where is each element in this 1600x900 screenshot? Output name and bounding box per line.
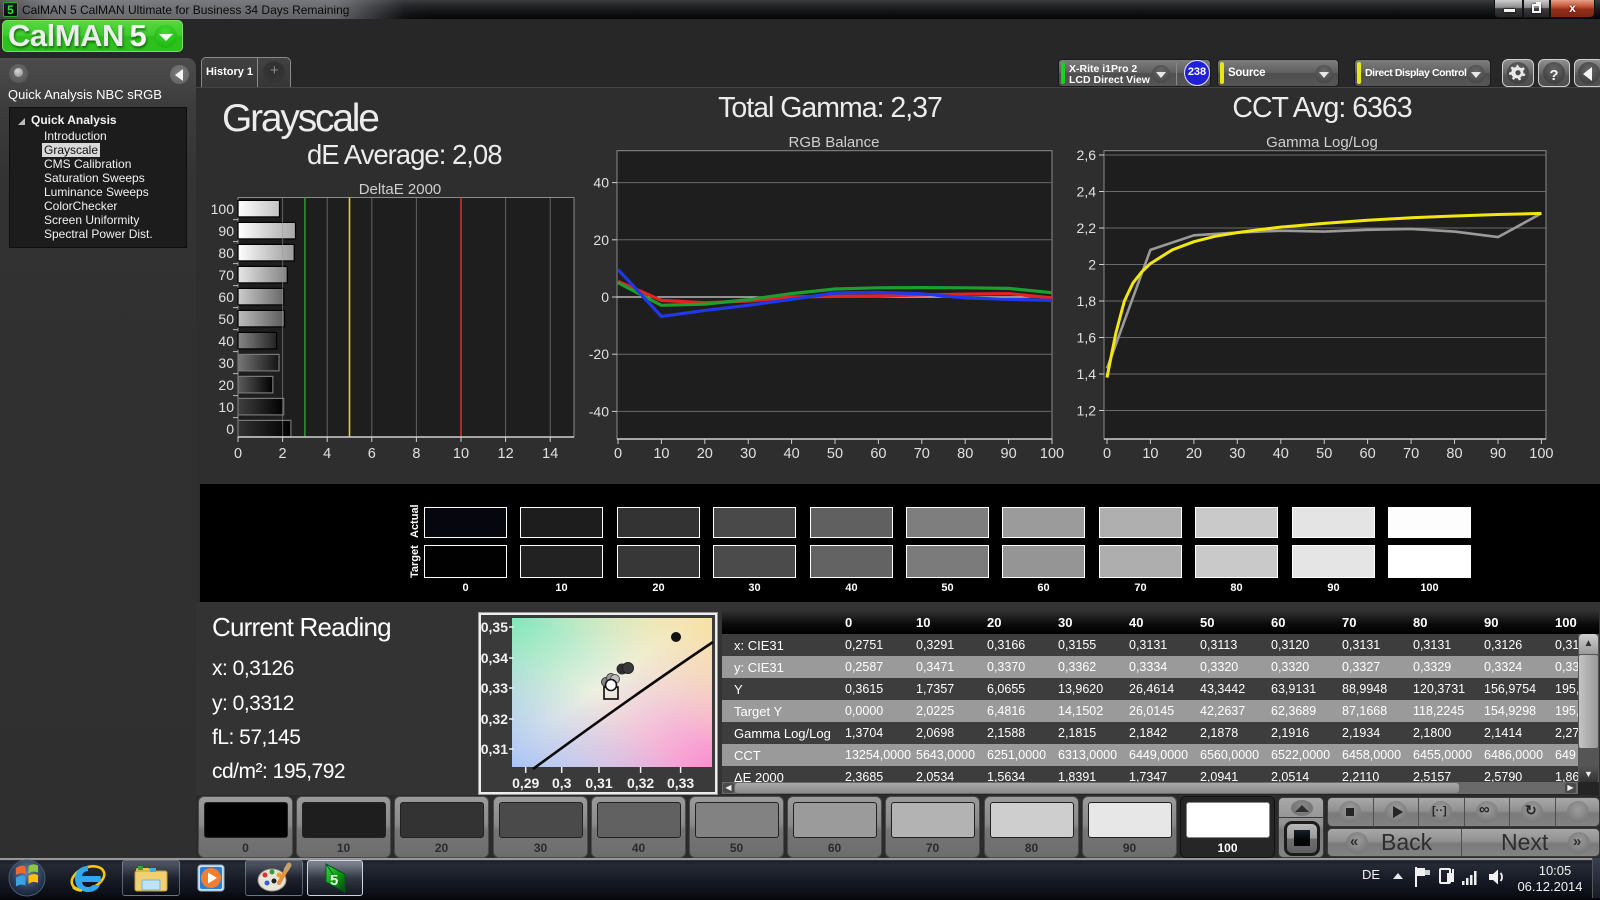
svg-text:0,31: 0,31 <box>585 775 612 791</box>
svg-text:80: 80 <box>218 245 234 261</box>
svg-text:dE Average: 2,08: dE Average: 2,08 <box>307 139 502 170</box>
svg-text:30: 30 <box>1229 446 1245 462</box>
svg-text:70: 70 <box>914 446 930 462</box>
svg-text:30: 30 <box>218 355 234 371</box>
svg-text:0: 0 <box>614 446 622 462</box>
svg-text:20: 20 <box>697 446 713 462</box>
svg-text:5: 5 <box>330 872 338 889</box>
svg-text:50: 50 <box>218 311 234 327</box>
svg-text:0,34: 0,34 <box>481 650 508 666</box>
svg-text:100: 100 <box>211 201 235 217</box>
svg-text:14: 14 <box>542 446 558 462</box>
svg-text:90: 90 <box>1490 446 1506 462</box>
svg-text:20: 20 <box>593 232 609 248</box>
svg-text:2,4: 2,4 <box>1077 184 1097 200</box>
svg-text:2,2: 2,2 <box>1077 220 1097 236</box>
svg-text:10: 10 <box>653 446 669 462</box>
svg-text:0: 0 <box>226 421 234 437</box>
svg-text:90: 90 <box>218 223 234 239</box>
svg-text:50: 50 <box>827 446 843 462</box>
svg-text:Gamma Log/Log: Gamma Log/Log <box>1266 134 1378 151</box>
svg-text:70: 70 <box>218 267 234 283</box>
svg-text:20: 20 <box>1186 446 1202 462</box>
svg-text:80: 80 <box>957 446 973 462</box>
svg-text:0,3: 0,3 <box>552 775 572 791</box>
svg-text:70: 70 <box>1403 446 1419 462</box>
svg-text:30: 30 <box>740 446 756 462</box>
svg-text:12: 12 <box>498 446 514 462</box>
svg-text:8: 8 <box>412 446 420 462</box>
svg-text:0,29: 0,29 <box>512 775 539 791</box>
svg-text:0: 0 <box>601 289 609 305</box>
svg-text:1,8: 1,8 <box>1077 293 1097 309</box>
svg-text:100: 100 <box>1529 446 1553 462</box>
svg-text:20: 20 <box>218 377 234 393</box>
svg-text:0,32: 0,32 <box>481 711 508 727</box>
svg-text:1,4: 1,4 <box>1077 366 1097 382</box>
svg-text:0,33: 0,33 <box>667 775 694 791</box>
svg-text:2: 2 <box>279 446 287 462</box>
svg-text:40: 40 <box>1273 446 1289 462</box>
svg-text:60: 60 <box>218 289 234 305</box>
svg-text:0,33: 0,33 <box>481 680 508 696</box>
svg-text:10: 10 <box>453 446 469 462</box>
svg-text:4: 4 <box>323 446 331 462</box>
svg-text:2,6: 2,6 <box>1077 147 1097 163</box>
svg-text:80: 80 <box>1446 446 1462 462</box>
svg-text:Grayscale: Grayscale <box>222 97 378 140</box>
svg-text:0,35: 0,35 <box>481 619 508 635</box>
svg-text:Total Gamma: 2,37: Total Gamma: 2,37 <box>718 92 942 124</box>
svg-text:DeltaE 2000: DeltaE 2000 <box>359 181 442 198</box>
svg-text:10: 10 <box>218 399 234 415</box>
svg-text:0: 0 <box>234 446 242 462</box>
svg-text:40: 40 <box>218 333 234 349</box>
svg-text:90: 90 <box>1001 446 1017 462</box>
svg-text:1,2: 1,2 <box>1077 403 1097 419</box>
svg-text:6: 6 <box>368 446 376 462</box>
svg-text:-20: -20 <box>589 346 609 362</box>
svg-text:-40: -40 <box>589 403 609 419</box>
svg-text:40: 40 <box>593 175 609 191</box>
svg-text:CCT Avg: 6363: CCT Avg: 6363 <box>1232 92 1411 124</box>
svg-text:0,32: 0,32 <box>627 775 654 791</box>
svg-text:50: 50 <box>1316 446 1332 462</box>
svg-text:60: 60 <box>1360 446 1376 462</box>
svg-text:40: 40 <box>784 446 800 462</box>
svg-text:0,31: 0,31 <box>481 741 508 757</box>
svg-text:60: 60 <box>870 446 886 462</box>
svg-text:0: 0 <box>1103 446 1111 462</box>
svg-text:10: 10 <box>1142 446 1158 462</box>
svg-text:2: 2 <box>1088 257 1096 273</box>
svg-text:100: 100 <box>1040 446 1064 462</box>
svg-text:RGB Balance: RGB Balance <box>789 134 880 151</box>
svg-text:1,6: 1,6 <box>1077 330 1097 346</box>
